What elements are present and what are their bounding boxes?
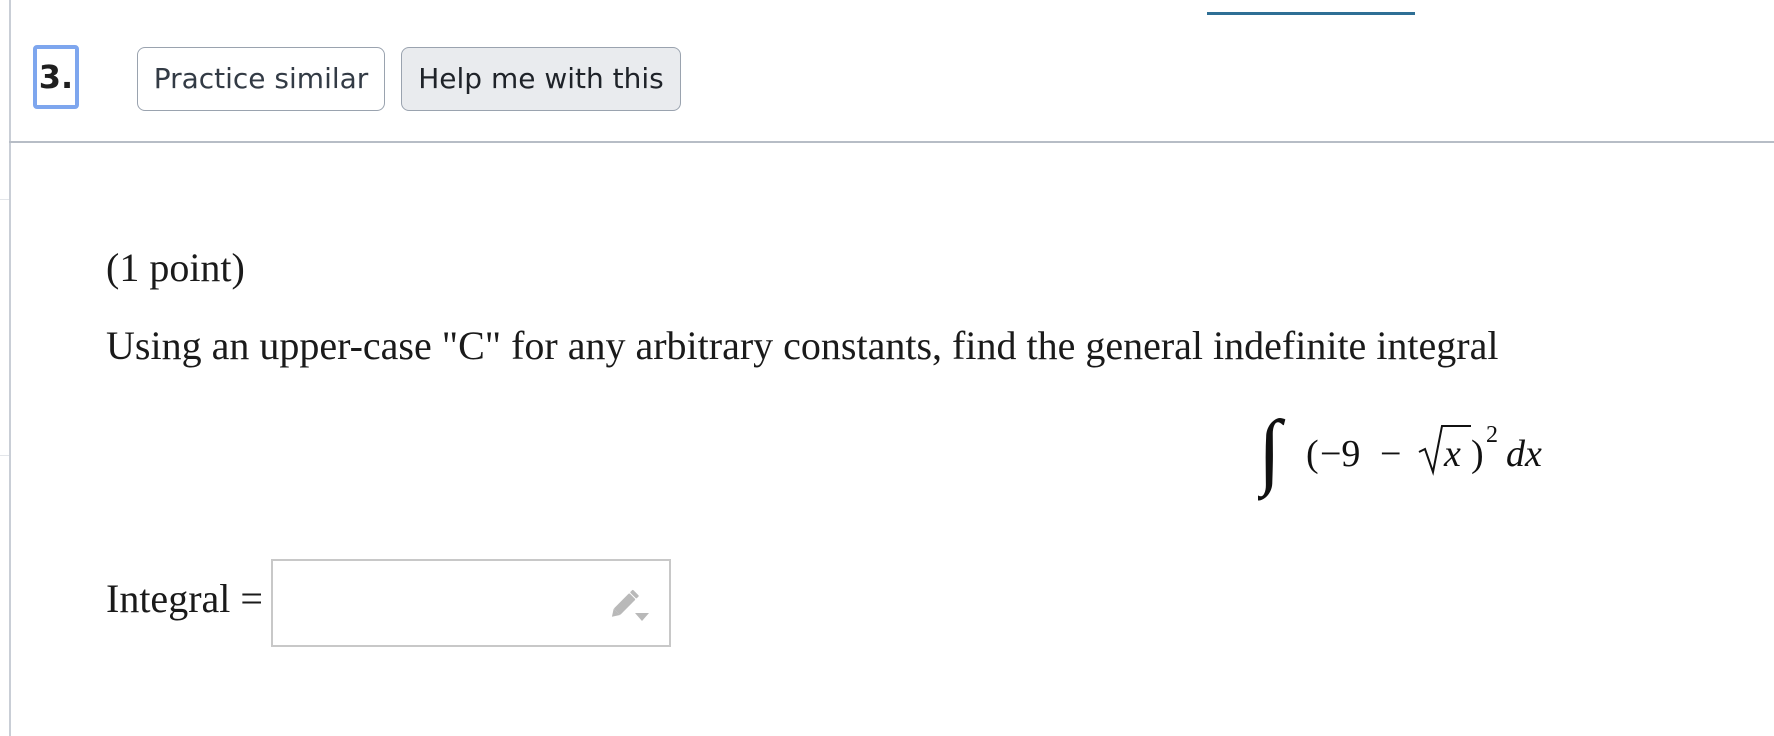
- answer-input[interactable]: [283, 571, 607, 637]
- answer-field[interactable]: [271, 559, 671, 647]
- practice-similar-button[interactable]: Practice similar: [137, 47, 385, 111]
- left-border: [9, 0, 11, 736]
- help-me-button[interactable]: Help me with this: [401, 47, 681, 111]
- open-paren: (: [1306, 433, 1319, 475]
- left-border-tick: [0, 455, 9, 456]
- integral-formula: ∫ ( −9 − x ) 2 dx: [1253, 402, 1558, 502]
- pencil-dropdown-icon[interactable]: [609, 585, 651, 625]
- minus-nine: −9: [1320, 433, 1360, 475]
- points-label: (1 point): [106, 245, 245, 290]
- minus-sign: −: [1380, 433, 1401, 475]
- left-border-tick: [0, 199, 9, 200]
- top-accent-bar: [1207, 12, 1415, 15]
- differential: dx: [1506, 433, 1542, 475]
- exponent: 2: [1486, 422, 1498, 448]
- answer-label: Integral =: [106, 576, 263, 621]
- close-paren: ): [1471, 433, 1484, 475]
- question-text: Using an upper-case "C" for any arbitrar…: [106, 323, 1499, 368]
- radicand: x: [1443, 433, 1461, 475]
- integral-sign: ∫: [1258, 404, 1286, 501]
- header-divider: [9, 141, 1774, 143]
- problem-number[interactable]: 3.: [33, 45, 79, 109]
